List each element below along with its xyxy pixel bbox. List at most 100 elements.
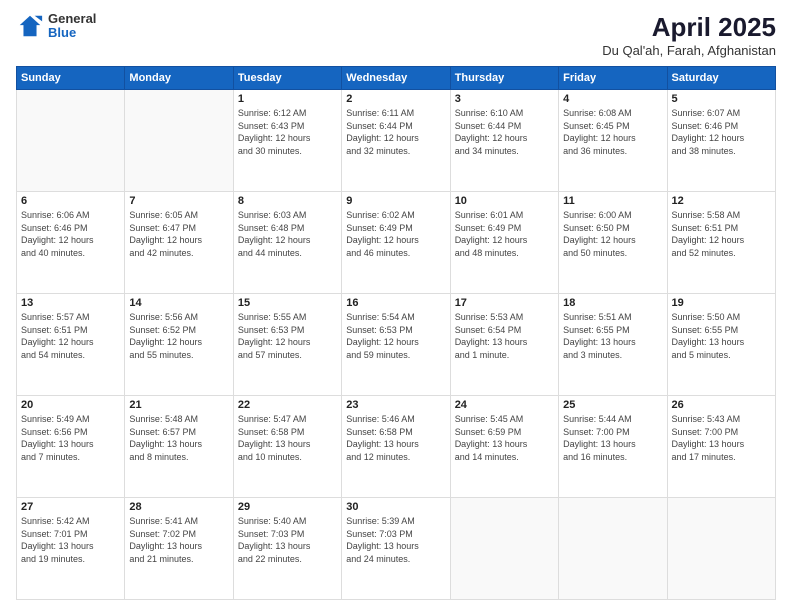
day-number: 12 [672, 195, 771, 207]
day-number: 3 [455, 93, 554, 105]
calendar-day-cell: 19 Sunrise: 5:50 AM Sunset: 6:55 PM Dayli… [667, 294, 775, 396]
calendar-day-cell: 24 Sunrise: 5:45 AM Sunset: 6:59 PM Dayli… [450, 396, 558, 498]
calendar-day-header: Thursday [450, 67, 558, 90]
day-number: 23 [346, 399, 445, 411]
logo-blue-text: Blue [48, 26, 96, 40]
day-info: Sunrise: 6:10 AM Sunset: 6:44 PM Dayligh… [455, 107, 554, 157]
day-number: 10 [455, 195, 554, 207]
calendar-day-cell: 30Sunrise: 5:39 AM Sunset: 7:03 PM Dayli… [342, 498, 450, 600]
day-info: Sunrise: 5:48 AM Sunset: 6:57 PM Dayligh… [129, 413, 228, 463]
day-number: 21 [129, 399, 228, 411]
day-number: 18 [563, 297, 662, 309]
day-number: 30 [346, 501, 445, 513]
day-number: 9 [346, 195, 445, 207]
calendar-day-cell [559, 498, 667, 600]
day-number: 11 [563, 195, 662, 207]
calendar-table: SundayMondayTuesdayWednesdayThursdayFrid… [16, 66, 776, 600]
calendar-day-cell: 26Sunrise: 5:43 AM Sunset: 7:00 PM Dayli… [667, 396, 775, 498]
calendar-day-header: Monday [125, 67, 233, 90]
calendar-day-cell: 27Sunrise: 5:42 AM Sunset: 7:01 PM Dayli… [17, 498, 125, 600]
logo-text: General Blue [48, 12, 96, 41]
calendar-title: April 2025 [602, 12, 776, 43]
calendar-day-cell: 11Sunrise: 6:00 AM Sunset: 6:50 PM Dayli… [559, 192, 667, 294]
calendar-day-cell: 3 Sunrise: 6:10 AM Sunset: 6:44 PM Daylig… [450, 90, 558, 192]
calendar-day-header: Friday [559, 67, 667, 90]
day-number: 24 [455, 399, 554, 411]
calendar-day-header: Saturday [667, 67, 775, 90]
day-info: Sunrise: 6:07 AM Sunset: 6:46 PM Dayligh… [672, 107, 771, 157]
logo: General Blue [16, 12, 96, 41]
day-number: 25 [563, 399, 662, 411]
day-info: Sunrise: 5:55 AM Sunset: 6:53 PM Dayligh… [238, 311, 337, 361]
header-right: April 2025 Du Qal'ah, Farah, Afghanistan [602, 12, 776, 58]
day-info: Sunrise: 5:47 AM Sunset: 6:58 PM Dayligh… [238, 413, 337, 463]
calendar-day-cell [450, 498, 558, 600]
day-info: Sunrise: 5:42 AM Sunset: 7:01 PM Dayligh… [21, 515, 120, 565]
day-number: 13 [21, 297, 120, 309]
calendar-day-cell: 21 Sunrise: 5:48 AM Sunset: 6:57 PM Dayli… [125, 396, 233, 498]
calendar-day-cell: 17 Sunrise: 5:53 AM Sunset: 6:54 PM Dayli… [450, 294, 558, 396]
day-info: Sunrise: 6:01 AM Sunset: 6:49 PM Dayligh… [455, 209, 554, 259]
day-info: Sunrise: 6:06 AM Sunset: 6:46 PM Dayligh… [21, 209, 120, 259]
day-info: Sunrise: 5:56 AM Sunset: 6:52 PM Dayligh… [129, 311, 228, 361]
calendar-day-cell: 6 Sunrise: 6:06 AM Sunset: 6:46 PM Daylig… [17, 192, 125, 294]
calendar-day-cell: 16Sunrise: 5:54 AM Sunset: 6:53 PM Dayli… [342, 294, 450, 396]
calendar-header-row: SundayMondayTuesdayWednesdayThursdayFrid… [17, 67, 776, 90]
day-info: Sunrise: 5:53 AM Sunset: 6:54 PM Dayligh… [455, 311, 554, 361]
day-info: Sunrise: 5:58 AM Sunset: 6:51 PM Dayligh… [672, 209, 771, 259]
calendar-day-cell: 23 Sunrise: 5:46 AM Sunset: 6:58 PM Dayli… [342, 396, 450, 498]
calendar-day-header: Tuesday [233, 67, 341, 90]
day-info: Sunrise: 5:51 AM Sunset: 6:55 PM Dayligh… [563, 311, 662, 361]
calendar-day-cell: 12 Sunrise: 5:58 AM Sunset: 6:51 PM Dayli… [667, 192, 775, 294]
calendar-week-row: 6 Sunrise: 6:06 AM Sunset: 6:46 PM Daylig… [17, 192, 776, 294]
day-info: Sunrise: 6:05 AM Sunset: 6:47 PM Dayligh… [129, 209, 228, 259]
day-info: Sunrise: 6:02 AM Sunset: 6:49 PM Dayligh… [346, 209, 445, 259]
day-info: Sunrise: 5:54 AM Sunset: 6:53 PM Dayligh… [346, 311, 445, 361]
day-number: 28 [129, 501, 228, 513]
day-info: Sunrise: 6:12 AM Sunset: 6:43 PM Dayligh… [238, 107, 337, 157]
day-info: Sunrise: 5:44 AM Sunset: 7:00 PM Dayligh… [563, 413, 662, 463]
calendar-day-cell: 7 Sunrise: 6:05 AM Sunset: 6:47 PM Daylig… [125, 192, 233, 294]
calendar-day-cell: 9 Sunrise: 6:02 AM Sunset: 6:49 PM Daylig… [342, 192, 450, 294]
calendar-day-header: Wednesday [342, 67, 450, 90]
day-info: Sunrise: 5:50 AM Sunset: 6:55 PM Dayligh… [672, 311, 771, 361]
calendar-subtitle: Du Qal'ah, Farah, Afghanistan [602, 43, 776, 58]
day-info: Sunrise: 5:46 AM Sunset: 6:58 PM Dayligh… [346, 413, 445, 463]
calendar-day-cell: 29 Sunrise: 5:40 AM Sunset: 7:03 PM Dayli… [233, 498, 341, 600]
day-number: 29 [238, 501, 337, 513]
calendar-day-cell: 18 Sunrise: 5:51 AM Sunset: 6:55 PM Dayli… [559, 294, 667, 396]
day-number: 19 [672, 297, 771, 309]
logo-general-text: General [48, 12, 96, 26]
day-info: Sunrise: 5:49 AM Sunset: 6:56 PM Dayligh… [21, 413, 120, 463]
calendar-day-cell: 10 Sunrise: 6:01 AM Sunset: 6:49 PM Dayli… [450, 192, 558, 294]
calendar-day-cell: 1 Sunrise: 6:12 AM Sunset: 6:43 PM Daylig… [233, 90, 341, 192]
calendar-week-row: 20 Sunrise: 5:49 AM Sunset: 6:56 PM Dayli… [17, 396, 776, 498]
logo-icon [16, 12, 44, 40]
day-info: Sunrise: 5:57 AM Sunset: 6:51 PM Dayligh… [21, 311, 120, 361]
calendar-day-cell: 22Sunrise: 5:47 AM Sunset: 6:58 PM Dayli… [233, 396, 341, 498]
calendar-day-cell: 25 Sunrise: 5:44 AM Sunset: 7:00 PM Dayli… [559, 396, 667, 498]
day-number: 14 [129, 297, 228, 309]
day-number: 7 [129, 195, 228, 207]
day-number: 1 [238, 93, 337, 105]
calendar-day-cell: 28Sunrise: 5:41 AM Sunset: 7:02 PM Dayli… [125, 498, 233, 600]
day-number: 17 [455, 297, 554, 309]
day-info: Sunrise: 5:45 AM Sunset: 6:59 PM Dayligh… [455, 413, 554, 463]
calendar-day-cell: 4Sunrise: 6:08 AM Sunset: 6:45 PM Daylig… [559, 90, 667, 192]
day-number: 8 [238, 195, 337, 207]
calendar-day-cell [17, 90, 125, 192]
day-number: 6 [21, 195, 120, 207]
day-number: 4 [563, 93, 662, 105]
day-number: 26 [672, 399, 771, 411]
day-info: Sunrise: 5:40 AM Sunset: 7:03 PM Dayligh… [238, 515, 337, 565]
day-number: 5 [672, 93, 771, 105]
header: General Blue April 2025 Du Qal'ah, Farah… [16, 12, 776, 58]
calendar-day-header: Sunday [17, 67, 125, 90]
calendar-day-cell: 15Sunrise: 5:55 AM Sunset: 6:53 PM Dayli… [233, 294, 341, 396]
calendar-day-cell [667, 498, 775, 600]
calendar-day-cell [125, 90, 233, 192]
day-number: 20 [21, 399, 120, 411]
day-info: Sunrise: 6:03 AM Sunset: 6:48 PM Dayligh… [238, 209, 337, 259]
calendar-day-cell: 2Sunrise: 6:11 AM Sunset: 6:44 PM Daylig… [342, 90, 450, 192]
calendar-day-cell: 8 Sunrise: 6:03 AM Sunset: 6:48 PM Daylig… [233, 192, 341, 294]
